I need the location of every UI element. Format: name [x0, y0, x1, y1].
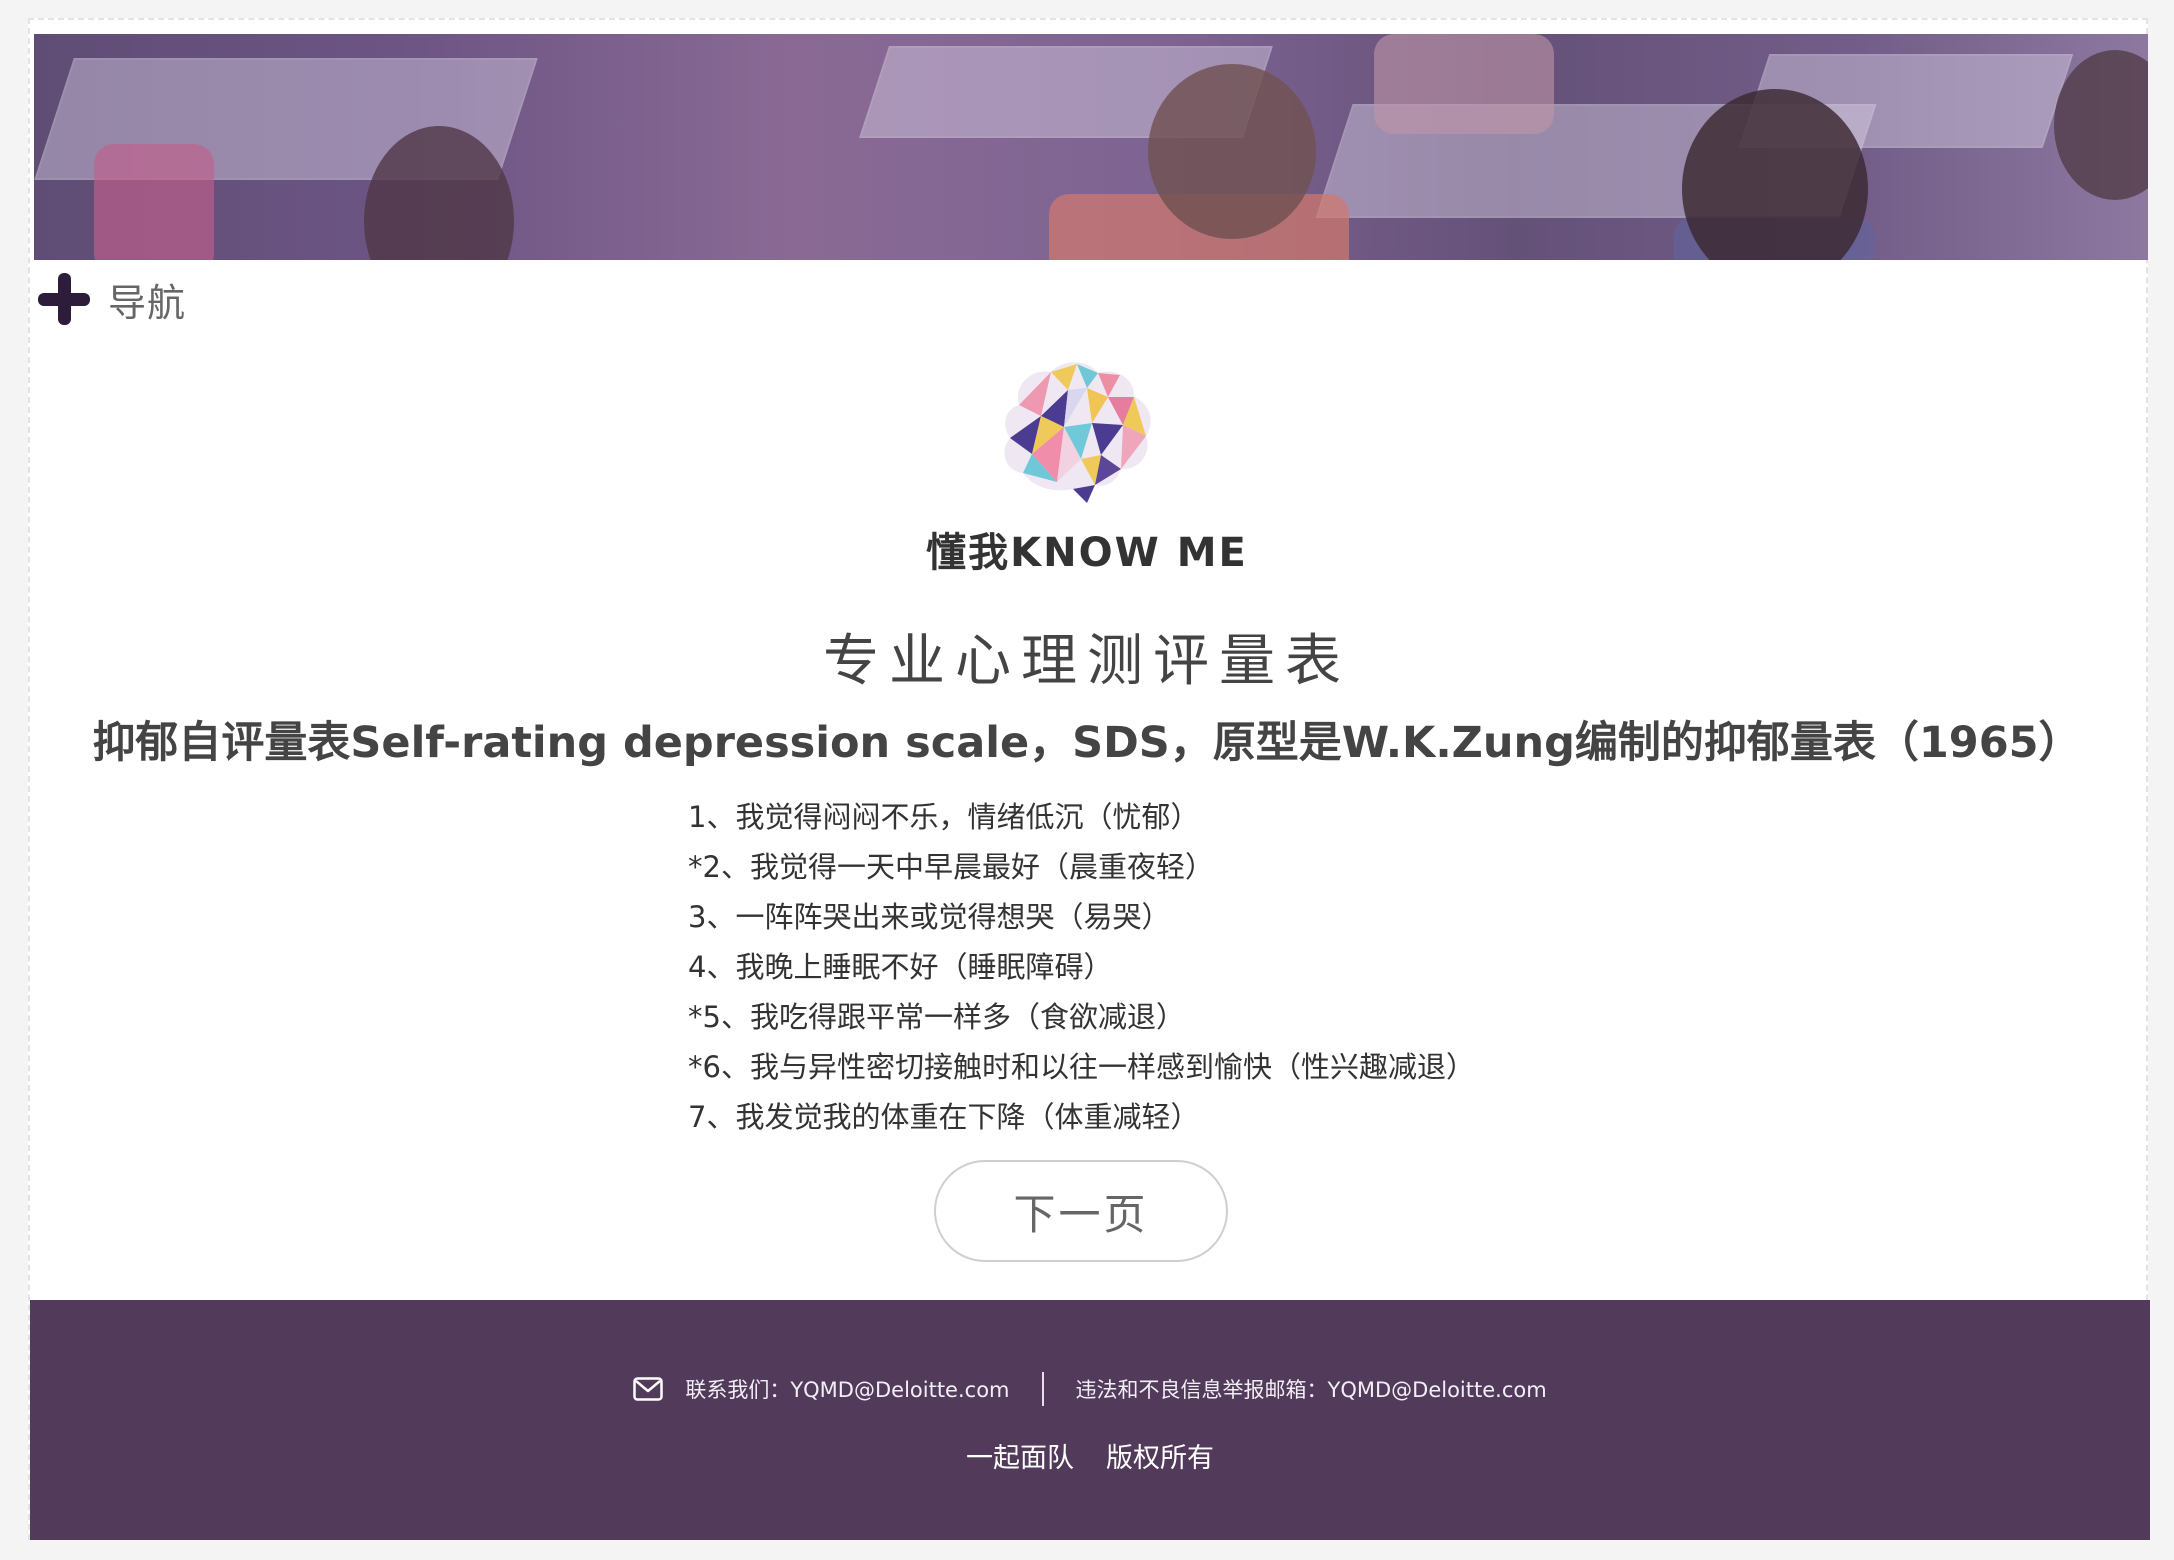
page-title: 专业心理测评量表 [823, 629, 1351, 694]
banner-child-4 [2054, 50, 2148, 200]
footer: 联系我们：YQMD@Deloitte.com 违法和不良信息举报邮箱：YQMD@… [30, 1300, 2150, 1540]
mail-icon [633, 1377, 664, 1401]
next-page-button[interactable]: 下一页 [934, 1160, 1228, 1262]
plus-icon [38, 273, 90, 325]
footer-divider [1041, 1372, 1044, 1406]
navigation-toggle[interactable]: 导航 [38, 270, 186, 328]
brain-logo [995, 355, 1165, 507]
report-email-text: 违法和不良信息举报邮箱：YQMD@Deloitte.com [1075, 1378, 1547, 1402]
brain-logo-icon [1004, 362, 1151, 503]
footer-contact-row: 联系我们：YQMD@Deloitte.com 违法和不良信息举报邮箱：YQMD@… [30, 1372, 2150, 1406]
hero-banner [34, 34, 2148, 260]
question-item: *5、我吃得跟平常一样多（食欲减退） [688, 1000, 1185, 1034]
question-item: 4、我晚上睡眠不好（睡眠障碍） [688, 950, 1113, 984]
banner-child-2 [1148, 64, 1316, 239]
question-item: 1、我觉得闷闷不乐，情绪低沉（忧郁） [688, 800, 1200, 834]
question-list: 1、我觉得闷闷不乐，情绪低沉（忧郁） *2、我觉得一天中早晨最好（晨重夜轻） 3… [688, 792, 1508, 1142]
footer-links: 一起面队 版权所有 [30, 1436, 2150, 1475]
banner-shirt-3 [94, 144, 214, 260]
brand-name: 懂我KNOW ME [926, 530, 1248, 576]
footer-link-copyright[interactable]: 版权所有 [1106, 1436, 1214, 1475]
question-item: 3、一阵阵哭出来或觉得想哭（易哭） [688, 900, 1171, 934]
question-item: *2、我觉得一天中早晨最好（晨重夜轻） [688, 850, 1214, 884]
scale-subtitle: 抑郁自评量表Self-rating depression scale，SDS，原… [92, 718, 2082, 768]
mail-icon-svg [633, 1377, 664, 1401]
question-item: *6、我与异性密切接触时和以往一样感到愉快（性兴趣减退） [688, 1050, 1475, 1084]
contact-email-text: 联系我们：YQMD@Deloitte.com [685, 1378, 1010, 1402]
question-item: 7、我发觉我的体重在下降（体重减轻） [688, 1100, 1200, 1134]
navigation-label: 导航 [108, 280, 187, 325]
banner-shirt-4 [1374, 34, 1554, 134]
footer-link-team[interactable]: 一起面队 [966, 1436, 1074, 1475]
